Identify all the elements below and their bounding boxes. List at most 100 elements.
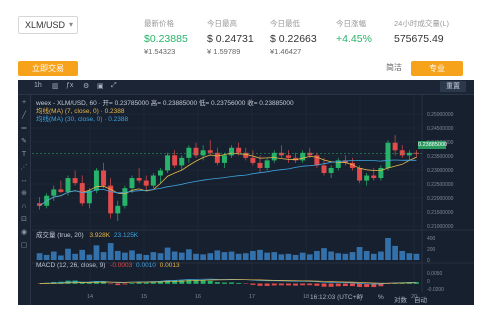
candle-body [72, 178, 78, 184]
scale-percent[interactable]: % [378, 294, 384, 301]
stat-label: 今日最低 [270, 19, 300, 28]
volume-bar [314, 250, 320, 260]
candle-body [321, 165, 327, 173]
chevron-down-icon: ▾ [68, 20, 73, 29]
volume-bar [328, 251, 334, 260]
volume-bar [193, 253, 199, 260]
stat-day-change: 今日涨幅 +4.45% [336, 18, 372, 45]
candle-body [371, 175, 377, 179]
trading-chart[interactable]: 1h ▥ ƒx ⚙ ▣ ⤢ 重置 + ╱ ═ ✎ T ⋰ ↔ ⊕ ∩ ⊡ ◉ ▢… [18, 80, 474, 305]
macd-value-1: -0.0003 [110, 262, 133, 269]
macd-histogram-bar [335, 283, 341, 287]
volume-bar [235, 253, 242, 260]
volume-bar [65, 248, 71, 260]
volume-bar [36, 253, 43, 260]
volume-bar [335, 253, 342, 260]
price-axis-label: 0.21500000 [427, 210, 454, 216]
stat-value: +4.45% [336, 33, 372, 45]
candle-body [150, 175, 156, 186]
macd-axis-label: 0 [427, 279, 430, 285]
candle-body [58, 189, 64, 192]
time-readout: 16:12:03 (UTC+8) [310, 294, 363, 301]
macd-histogram-bar [200, 280, 206, 284]
time-axis-label: 16 [195, 294, 201, 300]
trade-now-button[interactable]: 立即交易 [18, 61, 78, 76]
candle-body [229, 147, 235, 156]
volume-bar [264, 252, 270, 260]
volume-bar [378, 251, 384, 260]
stat-day-high: 今日最高 $ 0.24731 ¥ 1.59789 [207, 18, 254, 56]
volume-bar [392, 245, 398, 260]
candle-body [364, 175, 370, 181]
stat-last-price: 最新价格 $0.23885 ¥1.54323 [144, 18, 188, 56]
candle-body [179, 157, 185, 166]
stat-label: 今日涨幅 [336, 19, 366, 28]
macd-histogram-bar [136, 282, 142, 284]
volume-bar [143, 254, 150, 260]
volume-bar [271, 252, 278, 260]
volume-bar [356, 247, 363, 260]
stat-value: $ 0.22663 [270, 33, 317, 45]
stat-value: $0.23885 [144, 33, 188, 45]
scale-log[interactable]: 对数 [394, 294, 407, 304]
macd-histogram-bar [186, 279, 192, 284]
macd-histogram-bar [221, 282, 227, 284]
macd-histogram-bar [115, 283, 121, 286]
scale-auto[interactable]: 自动 [414, 294, 427, 304]
stat-label: 今日最高 [207, 19, 237, 28]
stat-sub: ¥ 1.59789 [207, 47, 241, 56]
volume-bar [136, 253, 142, 260]
volume-bar [242, 253, 249, 260]
macd-histogram-bar [314, 283, 320, 286]
volume-bar [257, 249, 263, 260]
volume-value-2: 23.125K [113, 232, 139, 239]
macd-axis-label: -0.0200 [427, 287, 444, 293]
pair-select[interactable]: XLM/USD ▾ [18, 16, 78, 34]
candle-body [257, 162, 263, 168]
macd-value-3: 0.0013 [159, 262, 180, 269]
volume-bar [285, 253, 292, 260]
pair-select-value: XLM/USD [25, 20, 66, 30]
volume-bar [100, 252, 107, 260]
price-axis-label: 0.23000000 [427, 168, 454, 174]
macd-histogram-bar [271, 283, 277, 286]
candle-body [101, 170, 107, 186]
candle-body [51, 189, 57, 196]
stat-value: 575675.49 [394, 33, 444, 45]
volume-bar [129, 250, 135, 260]
volume-bar [214, 250, 221, 260]
macd-label: MACD (12, 26, close, 9) [36, 262, 106, 269]
candle-body [200, 150, 206, 156]
volume-bar [186, 249, 192, 260]
tab-pro[interactable]: 专业 [411, 61, 463, 76]
volume-bar [221, 252, 228, 260]
price-axis-label: 0.25000000 [427, 112, 454, 118]
time-axis-label: 14 [87, 294, 93, 300]
candle-body [79, 183, 85, 204]
volume-bar [363, 250, 370, 260]
volume-bar [86, 254, 93, 260]
time-axis-label: 15 [141, 294, 147, 300]
last-price-tag: 0.23885000 [418, 141, 448, 149]
candle-body [236, 147, 242, 153]
volume-bar [164, 247, 171, 260]
candle-body [357, 167, 363, 181]
candle-body [392, 142, 398, 151]
volume-value-1: 3.928K [89, 232, 111, 239]
volume-axis-label: 0 [427, 258, 430, 264]
price-axis-label: 0.21000000 [427, 224, 454, 230]
volume-bar [228, 251, 235, 260]
macd-legend: MACD (12, 26, close, 9) -0.0003 0.0010 0… [36, 262, 180, 269]
macd-histogram-bar [349, 283, 355, 287]
price-axis-label: 0.24500000 [427, 126, 454, 132]
macd-histogram-bar [342, 283, 348, 287]
volume-bar [122, 252, 128, 260]
macd-histogram-bar [207, 280, 213, 284]
macd-histogram-bar [122, 283, 128, 285]
candle-body [300, 152, 306, 161]
candle-body [221, 155, 227, 163]
volume-bar [207, 253, 214, 260]
macd-histogram-bar [150, 282, 156, 284]
tab-simple[interactable]: 简洁 [386, 62, 402, 73]
candle-body [136, 178, 142, 181]
